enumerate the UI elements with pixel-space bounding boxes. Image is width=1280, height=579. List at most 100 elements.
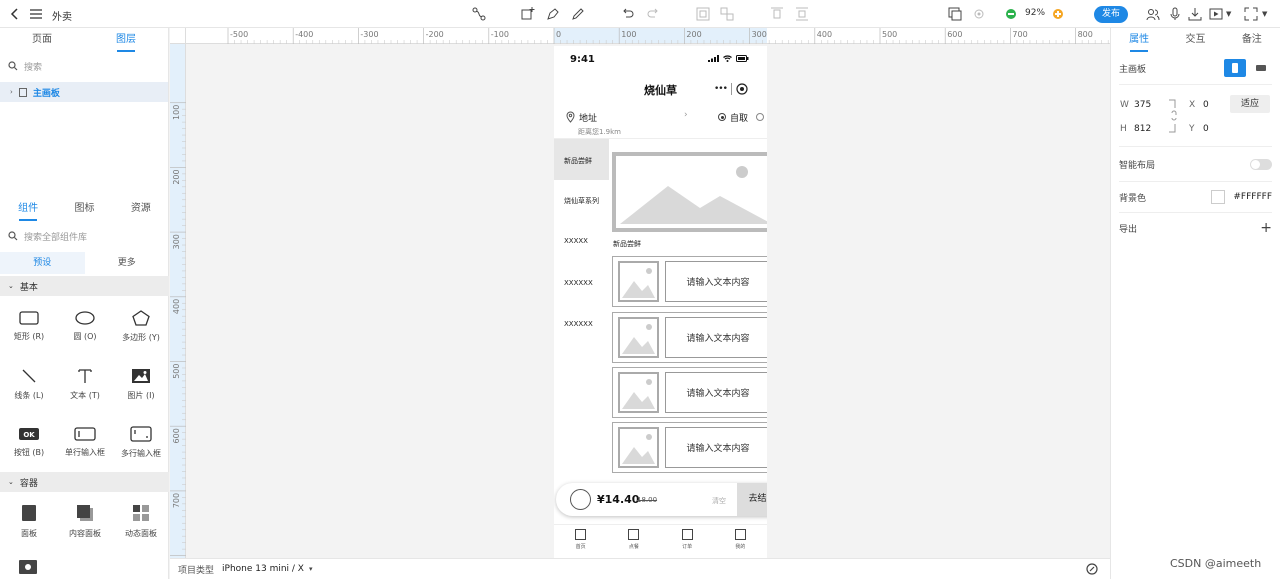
section-container[interactable]: ⌄ 容器 — [0, 472, 169, 492]
section-basic[interactable]: ⌄ 基本 — [0, 276, 169, 296]
fullscreen-icon[interactable] — [1242, 5, 1260, 23]
distribute-icon[interactable] — [793, 5, 811, 23]
product-card[interactable]: 请输入文本内容 — [612, 367, 767, 418]
microphone-icon[interactable] — [1166, 5, 1184, 23]
component-polygon[interactable]: 多边形 (Y) — [113, 297, 169, 355]
component-more-container[interactable] — [18, 559, 38, 578]
tab-notes[interactable]: 备注 — [1224, 28, 1280, 52]
tab-layers[interactable]: 图层 — [84, 28, 168, 52]
tab-icons[interactable]: 图标 — [56, 197, 112, 221]
tab-order-food[interactable]: 点餐 — [607, 525, 660, 558]
close-target-icon[interactable] — [736, 83, 748, 95]
component-search[interactable]: 搜索全部组件库 — [0, 225, 169, 247]
category-series[interactable]: 烧仙草系列 — [564, 196, 599, 206]
align-top-icon[interactable] — [768, 5, 786, 23]
preview-frame-icon[interactable] — [946, 5, 964, 23]
bg-color-value[interactable]: #FFFFFF — [1233, 192, 1272, 202]
ungroup-icon[interactable] — [718, 5, 736, 23]
zoom-level[interactable]: 92% — [1025, 8, 1045, 18]
y-input[interactable]: 0 — [1203, 124, 1209, 134]
tab-home[interactable]: 首页 — [554, 525, 607, 558]
product-text[interactable]: 请输入文本内容 — [665, 427, 767, 468]
group-icon[interactable] — [694, 5, 712, 23]
chevron-down-icon[interactable]: ▾ — [309, 565, 313, 573]
bg-color-swatch[interactable] — [1211, 190, 1226, 204]
pen-tool-icon[interactable] — [544, 5, 562, 23]
category-item[interactable]: XXXXX — [564, 237, 588, 245]
undo-icon[interactable] — [619, 5, 637, 23]
component-single-line-input[interactable]: 单行输入框 — [57, 413, 113, 471]
zoom-in-icon[interactable] — [1053, 9, 1063, 19]
chevron-left-icon[interactable] — [6, 5, 24, 23]
component-button[interactable]: OK 按钮 (B) — [1, 413, 57, 471]
collaborators-icon[interactable] — [1144, 5, 1162, 23]
connector-tool-icon[interactable] — [470, 5, 488, 23]
product-card[interactable]: 请输入文本内容 — [612, 256, 767, 307]
tab-interactions[interactable]: 交互 — [1167, 28, 1223, 52]
fit-button[interactable]: 适应 — [1230, 95, 1270, 113]
pickup-radio[interactable] — [718, 113, 726, 121]
tab-pages[interactable]: 页面 — [0, 28, 84, 52]
component-circle[interactable]: 圆 (O) — [57, 297, 113, 355]
category-item[interactable]: XXXXXX — [564, 279, 593, 287]
settings-gear-icon[interactable] — [970, 5, 988, 23]
mini-program-capsule[interactable]: ••• — [714, 82, 766, 96]
tab-properties[interactable]: 属性 — [1111, 28, 1167, 52]
component-multi-line-input[interactable]: 多行输入框 — [113, 413, 169, 471]
tab-orders[interactable]: 订单 — [661, 525, 714, 558]
component-rectangle[interactable]: 矩形 (R) — [1, 297, 57, 355]
category-item[interactable]: XXXXXX — [564, 320, 593, 328]
add-export-icon[interactable]: + — [1260, 220, 1272, 236]
document-title[interactable]: 外卖 — [52, 8, 72, 23]
landscape-button[interactable] — [1250, 59, 1272, 77]
component-content-panel[interactable]: 内容面板 — [57, 492, 113, 550]
chevron-down-icon[interactable]: ▼ — [1226, 10, 1231, 18]
pickup-label[interactable]: 自取 — [730, 111, 748, 124]
portrait-button[interactable] — [1224, 59, 1246, 77]
tab-mine[interactable]: 我的 — [714, 525, 767, 558]
lock-ratio-icon[interactable] — [1169, 99, 1179, 133]
tab-more[interactable]: 更多 — [85, 252, 170, 274]
component-line[interactable]: 线条 (L) — [1, 355, 57, 413]
tab-resources[interactable]: 资源 — [113, 197, 169, 221]
compass-icon[interactable] — [1086, 563, 1098, 575]
product-text[interactable]: 请输入文本内容 — [665, 372, 767, 413]
component-text[interactable]: 文本 (T) — [57, 355, 113, 413]
chevron-right-icon[interactable]: › — [684, 110, 688, 120]
design-canvas[interactable]: -500 -400 -300 -200 -100 0 100 200 300 400 500 600 7… — [170, 28, 1110, 558]
product-card[interactable]: 请输入文本内容 — [612, 312, 767, 363]
address-label[interactable]: 地址 — [579, 111, 597, 124]
height-input[interactable]: 812 — [1134, 124, 1151, 134]
play-preview-icon[interactable] — [1207, 5, 1225, 23]
checkout-button[interactable]: 去结算 — [737, 483, 767, 516]
tab-presets[interactable]: 预设 — [0, 252, 85, 274]
pencil-icon[interactable] — [569, 5, 587, 23]
publish-button[interactable]: 发布 — [1094, 6, 1128, 23]
zoom-out-icon[interactable] — [1006, 9, 1016, 19]
hamburger-icon[interactable] — [27, 5, 45, 23]
component-image[interactable]: 图片 (I) — [113, 355, 169, 413]
add-artboard-icon[interactable] — [519, 5, 537, 23]
product-card[interactable]: 请输入文本内容 — [612, 422, 767, 473]
device-select[interactable]: iPhone 13 mini / X — [222, 564, 304, 574]
redo-icon[interactable] — [644, 5, 662, 23]
cart-icon[interactable] — [570, 489, 591, 510]
category-new[interactable]: 新品尝鲜 — [564, 156, 592, 166]
x-input[interactable]: 0 — [1203, 100, 1209, 110]
width-input[interactable]: 375 — [1134, 100, 1151, 110]
chevron-right-icon[interactable]: › — [10, 88, 13, 96]
component-panel[interactable]: 面板 — [1, 492, 57, 550]
product-text[interactable]: 请输入文本内容 — [665, 317, 767, 358]
product-text[interactable]: 请输入文本内容 — [665, 261, 767, 302]
phone-artboard[interactable]: 9:41 烧仙草 ••• 地址 距离您1.9km › 自取 外送 新品尝鲜 烧仙… — [554, 46, 767, 558]
layer-item-main-artboard[interactable]: › 主画板 — [0, 82, 168, 102]
clear-cart-button[interactable]: 清空 — [712, 496, 726, 506]
more-dots-icon[interactable]: ••• — [714, 84, 728, 94]
delivery-radio[interactable] — [756, 113, 764, 121]
download-icon[interactable] — [1186, 5, 1204, 23]
cart-bar[interactable]: ¥14.40 18.00 清空 去结算 — [556, 483, 767, 516]
component-dynamic-panel[interactable]: 动态面板 — [113, 492, 169, 550]
smart-layout-toggle[interactable] — [1250, 158, 1272, 170]
tab-components[interactable]: 组件 — [0, 197, 56, 221]
layer-search[interactable]: 搜索 — [0, 55, 168, 77]
